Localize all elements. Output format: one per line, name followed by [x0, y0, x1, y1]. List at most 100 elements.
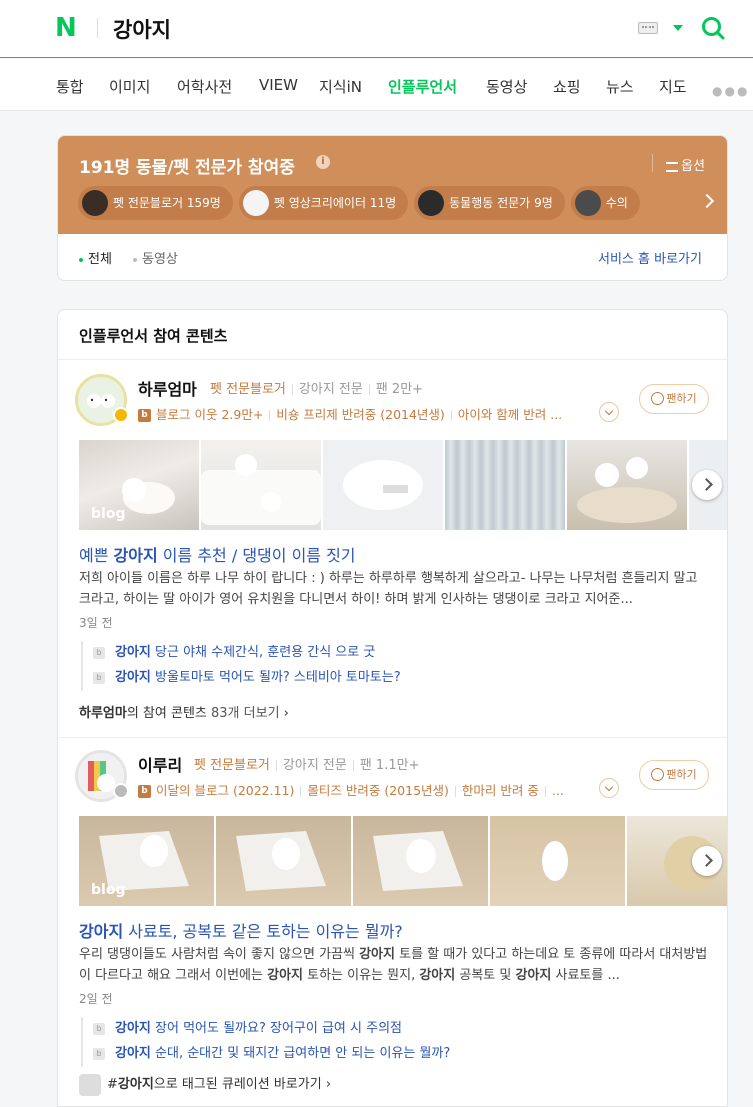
post-title[interactable]: 예쁜 강아지 이름 추천 / 댕댕이 이름 짓기	[79, 542, 356, 566]
desc-text: 공복토 및	[455, 968, 516, 983]
chevron-right-icon: ›	[283, 706, 289, 721]
author-meta: 펫 전문블로거 강아지 전문 팬 1.1만+	[194, 754, 419, 773]
thumbnail[interactable]	[353, 816, 488, 906]
expand-info-button[interactable]	[599, 402, 619, 422]
dropdown-triangle-icon[interactable]	[673, 25, 683, 31]
related-keyword: 강아지	[115, 670, 151, 685]
thumbnails-next-button[interactable]	[692, 470, 722, 500]
thumbnail[interactable]	[323, 440, 443, 530]
blog-award: 이달의 블로그 (2022.11)	[156, 783, 295, 798]
related-post-link[interactable]: b 강아지 당근 야채 수제간식, 훈련용 간식 으로 굿	[93, 641, 701, 666]
filter-video[interactable]: 동영상	[133, 248, 178, 267]
info-icon[interactable]: i	[316, 155, 330, 169]
tag-curation-link[interactable]: #강아지으로 태그된 큐레이션 바로가기 ›	[79, 1073, 331, 1096]
influencer-banner: 191명 동물/펫 전문가 참여중 i 옵션 펫 전문블로거 159명 펫 영상크…	[58, 136, 727, 234]
thumbnail[interactable]	[567, 440, 687, 530]
more-author: 하루엄마	[79, 706, 127, 721]
author-keyword: 강아지 전문	[298, 382, 363, 397]
post-title[interactable]: 강아지 사료토, 공복토 같은 토하는 이유는 뭘까?	[79, 918, 403, 942]
inactive-dot	[133, 257, 137, 262]
chip-avatar	[418, 189, 445, 216]
search-input[interactable]: 강아지	[113, 14, 171, 44]
post-date: 3일 전	[79, 616, 113, 630]
smile-icon	[651, 391, 665, 405]
title-text: 사료토, 공복토 같은 토하는 이유는 뭘까?	[123, 922, 403, 941]
chip-avatar	[242, 189, 269, 216]
tab-images[interactable]: 이미지	[109, 76, 150, 97]
divider	[58, 359, 727, 360]
tab-news[interactable]: 뉴스	[606, 76, 634, 97]
post-date: 2일 전	[79, 992, 113, 1006]
author-fans: 팬 1.1만+	[359, 758, 420, 773]
extra-info: 한마리 반려 중	[461, 783, 539, 798]
more-tabs-icon[interactable]: ●●●	[712, 84, 749, 98]
section-title: 인플루언서 참여 콘텐츠	[79, 327, 228, 345]
title-text: 예쁜	[79, 546, 114, 565]
fan-label: 팬하기	[666, 392, 697, 405]
divider	[58, 737, 727, 738]
related-post-link[interactable]: b 강아지 순대, 순대간 및 돼지간 급여하면 안 되는 이유는 뭘까?	[93, 1042, 701, 1067]
influencer-content-card: 인플루언서 참여 콘텐츠 하루엄마 펫 전문블로거 강아지 전문 팬 2만+ b 블로…	[57, 309, 728, 1107]
desc-text: 토하는 이유는 뭔지,	[303, 968, 420, 983]
expand-info-button[interactable]	[599, 778, 619, 798]
post-description[interactable]: 저희 아이들 이름은 하루 나무 하이 랍니다 : ) 하루는 하루하루 행복하…	[79, 568, 711, 610]
thumbnail[interactable]	[445, 440, 565, 530]
tab-all[interactable]: 통합	[56, 76, 84, 97]
related-text: 당근 야채 수제간식, 훈련용 간식 으로 굿	[150, 645, 376, 660]
desc-keyword: 강아지	[359, 947, 395, 962]
header-divider	[97, 18, 98, 38]
search-icon[interactable]	[701, 16, 725, 40]
author-name[interactable]: 이루리	[138, 752, 182, 776]
thumbnail[interactable]	[490, 816, 625, 906]
tag-thumbnail	[79, 1073, 101, 1096]
thumbnails-next-button[interactable]	[692, 846, 722, 876]
dog-photo	[373, 831, 463, 891]
thumbnail[interactable]	[216, 816, 351, 906]
filter-all[interactable]: 전체	[79, 248, 112, 267]
tab-video[interactable]: 동영상	[486, 76, 527, 97]
author-meta: 펫 전문블로거 강아지 전문 팬 2만+	[210, 378, 423, 397]
tab-shopping[interactable]: 쇼핑	[553, 76, 581, 97]
title-keyword: 강아지	[113, 546, 158, 565]
tab-map[interactable]: 지도	[659, 76, 687, 97]
filter-label: 동영상	[142, 252, 178, 267]
tab-view[interactable]: VIEW	[259, 76, 298, 94]
keyboard-icon[interactable]	[638, 22, 658, 34]
filter-label: 전체	[88, 252, 112, 267]
fan-label: 팬하기	[666, 768, 697, 781]
thumbnail[interactable]: blog	[79, 440, 199, 530]
fan-button[interactable]: 팬하기	[639, 760, 709, 790]
related-keyword: 강아지	[115, 645, 151, 660]
tab-dictionary[interactable]: 어학사전	[177, 76, 232, 97]
chip-behavior-expert[interactable]: 동물행동 전문가 9명	[414, 186, 565, 220]
option-divider	[652, 154, 653, 172]
option-button[interactable]: 옵션	[666, 155, 705, 174]
thumbnail[interactable]: blog	[79, 816, 214, 906]
chevron-right-icon: ›	[325, 1077, 332, 1092]
desc-text: 우리 댕댕이들도 사람처럼 속이 좋지 않으면 가끔씩	[79, 947, 360, 962]
title-text: 이름 추천 / 댕댕이 이름 짓기	[157, 546, 356, 565]
chip-pet-creator[interactable]: 펫 영상크리에이터 11명	[238, 186, 409, 220]
tab-kin[interactable]: 지식iN	[319, 76, 362, 97]
thumbnail[interactable]	[201, 440, 321, 530]
naver-logo[interactable]: N	[55, 15, 79, 41]
thumbnail-strip: blog	[79, 816, 727, 906]
influencer-panel: 191명 동물/펫 전문가 참여중 i 옵션 펫 전문블로거 159명 펫 영상크…	[57, 135, 728, 281]
chip-vet[interactable]: 수의	[570, 186, 640, 220]
author-name[interactable]: 하루엄마	[138, 376, 197, 400]
more-count: 83개 더보기	[211, 706, 280, 721]
chip-label: 동물행동 전문가	[449, 196, 531, 210]
more-content-link[interactable]: 하루엄마의 참여 콘텐츠 83개 더보기 ›	[79, 702, 289, 721]
chip-pet-blogger[interactable]: 펫 전문블로거 159명	[78, 186, 233, 220]
desc-keyword: 강아지	[515, 968, 552, 983]
blog-icon: b	[93, 1022, 105, 1035]
desc-keyword: 강아지	[419, 968, 456, 983]
tag-text: 으로 태그된 큐레이션 바로가기	[153, 1077, 322, 1092]
service-home-link[interactable]: 서비스 홈 바로가기	[598, 248, 702, 267]
fan-button[interactable]: 팬하기	[639, 384, 709, 414]
post-description[interactable]: 우리 댕댕이들도 사람처럼 속이 좋지 않으면 가끔씩 강아지 토를 할 때가 …	[79, 944, 711, 986]
author-category: 펫 전문블로거	[210, 382, 286, 397]
related-post-link[interactable]: b 강아지 장어 먹어도 될까요? 장어구이 급여 시 주의점	[93, 1017, 701, 1042]
tab-influencer[interactable]: 인플루언서	[388, 76, 457, 97]
related-post-link[interactable]: b 강아지 방울토마토 먹어도 될까? 스테비아 토마토는?	[93, 666, 701, 691]
